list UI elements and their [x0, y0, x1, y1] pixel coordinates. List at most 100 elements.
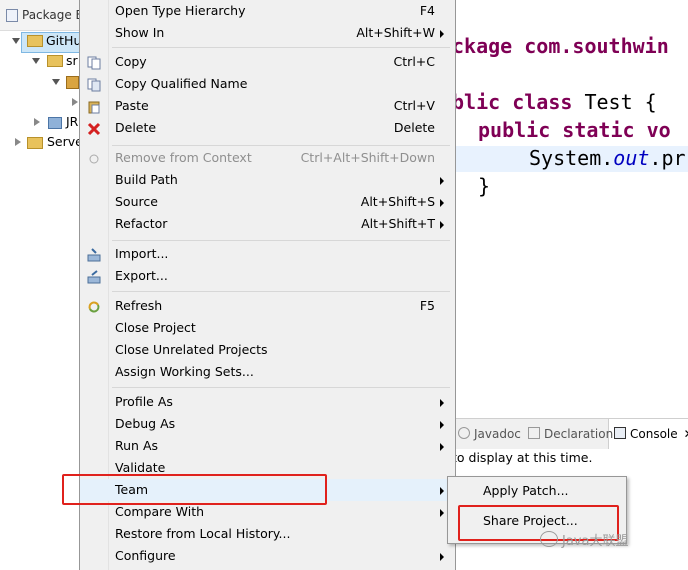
tree-row-project[interactable]: GitHu — [0, 31, 82, 51]
declaration-icon — [528, 427, 540, 439]
menu-item-shortcut: Alt+Shift+S — [360, 194, 435, 209]
menu-item-build-path[interactable]: Build Path — [80, 169, 455, 191]
menu-item-label: Build Path — [115, 172, 178, 187]
submenu-arrow-icon — [440, 443, 444, 451]
submenu-arrow-icon — [440, 487, 444, 495]
project-folder-icon — [27, 35, 43, 47]
menu-item-configure[interactable]: Configure — [80, 545, 455, 567]
menu-item-assign-working-sets[interactable]: Assign Working Sets... — [80, 361, 455, 383]
apply-patch-item[interactable]: Apply Patch... — [448, 480, 626, 502]
tree-row-class[interactable] — [0, 92, 80, 112]
tree-row-servers[interactable]: Serve — [0, 132, 83, 152]
expand-arrow-icon[interactable] — [52, 79, 60, 85]
menu-item-export[interactable]: Export... — [80, 265, 455, 287]
tab-declaration[interactable]: Declaration — [528, 427, 613, 441]
menu-item-label: Refresh — [115, 298, 163, 313]
copy-qualified-icon — [87, 77, 101, 92]
tree-row-package[interactable] — [0, 72, 80, 92]
menu-item-label: Paste — [115, 98, 149, 113]
expand-arrow-icon[interactable] — [32, 58, 40, 64]
collapse-arrow-icon[interactable] — [72, 98, 78, 106]
menu-item-shortcut: Ctrl+C — [393, 54, 435, 69]
menu-item-label: Refactor — [115, 216, 168, 231]
menu-item-refresh[interactable]: Refresh F5 — [80, 295, 455, 317]
menu-item-copy-qualified-name[interactable]: Copy Qualified Name — [80, 73, 455, 95]
project-label: GitHu — [46, 33, 82, 48]
menu-item-close-project[interactable]: Close Project — [80, 317, 455, 339]
submenu-arrow-icon — [440, 421, 444, 429]
package-icon — [66, 76, 79, 89]
code-editor[interactable] — [452, 0, 688, 418]
menu-item-label: Assign Working Sets... — [115, 364, 254, 379]
views-tab-bar: Javadoc Declaration Console✕ — [452, 418, 688, 450]
menu-item-delete[interactable]: Delete Delete — [80, 117, 455, 139]
code-line-4: System.out.pr — [529, 146, 686, 170]
menu-separator — [112, 387, 450, 388]
team-annotation-box — [62, 474, 327, 505]
menu-item-open-type-hierarchy[interactable]: Open Type Hierarchy F4 — [80, 0, 455, 22]
tab-javadoc[interactable]: Javadoc — [458, 427, 521, 441]
collapse-arrow-icon[interactable] — [15, 138, 21, 146]
submenu-arrow-icon — [440, 177, 444, 185]
menu-separator — [112, 240, 450, 241]
expand-arrow-icon[interactable] — [12, 38, 20, 44]
paste-icon — [87, 99, 101, 114]
menu-item-debug-as[interactable]: Debug As — [80, 413, 455, 435]
import-icon — [87, 247, 101, 262]
tab-console[interactable]: Console✕ — [614, 427, 688, 441]
package-explorer-icon — [6, 9, 18, 22]
watermark: Java大联盟 — [540, 530, 628, 549]
source-folder-icon — [47, 55, 63, 67]
code-line-3: public static vo — [478, 118, 671, 142]
menu-item-restore-from-local-history[interactable]: Restore from Local History... — [80, 523, 455, 545]
menu-item-label: Configure — [115, 548, 176, 563]
submenu-arrow-icon — [440, 509, 444, 517]
code-line-5: } — [478, 174, 491, 198]
menu-item-label: Copy — [115, 54, 147, 69]
menu-item-show-in[interactable]: Show In Alt+Shift+W — [80, 22, 455, 44]
close-icon[interactable]: ✕ — [684, 427, 688, 441]
servers-folder-icon — [27, 137, 43, 149]
menu-item-import[interactable]: Import... — [80, 243, 455, 265]
submenu-arrow-icon — [440, 199, 444, 207]
menu-item-label: Delete — [115, 120, 157, 135]
menu-item-copy[interactable]: Copy Ctrl+C — [80, 51, 455, 73]
submenu-arrow-icon — [440, 221, 444, 229]
menu-separator — [112, 47, 450, 48]
menu-item-remove-from-context: Remove from Context Ctrl+Alt+Shift+Down — [80, 147, 455, 169]
library-icon — [48, 117, 62, 129]
submenu-arrow-icon — [440, 399, 444, 407]
menu-item-profile-as[interactable]: Profile As — [80, 391, 455, 413]
menu-item-label: Close Unrelated Projects — [115, 342, 268, 357]
collapse-arrow-icon[interactable] — [34, 118, 40, 126]
tree-row-src[interactable]: sr — [0, 51, 80, 71]
menu-item-label: Source — [115, 194, 158, 209]
menu-item-close-unrelated-projects[interactable]: Close Unrelated Projects — [80, 339, 455, 361]
tree-row-jre[interactable]: JR — [0, 112, 80, 132]
menu-item-shortcut: F5 — [419, 298, 435, 313]
menu-item-run-as[interactable]: Run As — [80, 435, 455, 457]
menu-item-label: Copy Qualified Name — [115, 76, 248, 91]
delete-icon — [87, 121, 101, 136]
menu-item-source[interactable]: Source Alt+Shift+S — [80, 191, 455, 213]
package-explorer-tab[interactable]: Package Ex — [0, 0, 90, 31]
menu-item-label: Profile As — [115, 394, 173, 409]
wechat-icon — [540, 531, 558, 547]
remove-context-icon — [87, 151, 101, 165]
menu-item-shortcut: Delete — [393, 120, 435, 135]
menu-item-label: Run As — [115, 438, 159, 453]
menu-item-label: Restore from Local History... — [115, 526, 291, 541]
menu-item-label: Remove from Context — [115, 150, 252, 165]
menu-item-label: Debug As — [115, 416, 176, 431]
submenu-arrow-icon — [440, 30, 444, 38]
console-empty-text: to display at this time. — [452, 450, 593, 465]
menu-item-refactor[interactable]: Refactor Alt+Shift+T — [80, 213, 455, 235]
menu-item-paste[interactable]: Paste Ctrl+V — [80, 95, 455, 117]
menu-item-label: Import... — [115, 246, 169, 261]
servers-label: Serve — [47, 134, 83, 149]
console-icon — [614, 427, 626, 439]
menu-item-label: Close Project — [115, 320, 196, 335]
at-icon — [458, 427, 470, 439]
submenu-arrow-icon — [440, 553, 444, 561]
menu-item-label: Show In — [115, 25, 165, 40]
